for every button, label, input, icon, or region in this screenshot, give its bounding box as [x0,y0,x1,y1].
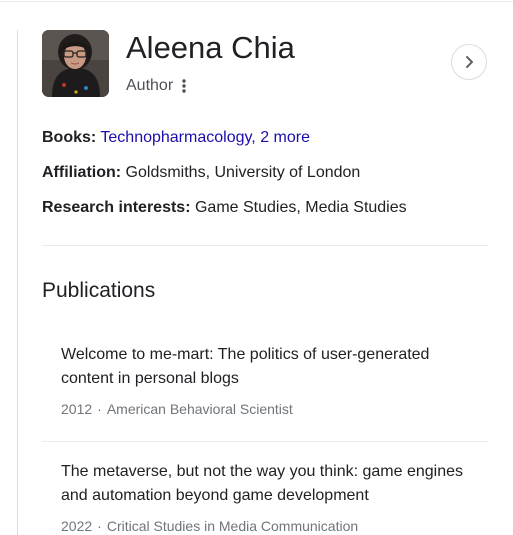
fact-affiliation: Affiliation: Goldsmiths, University of L… [42,162,488,184]
publication-title[interactable]: Welcome to me-mart: The politics of user… [61,343,471,391]
fact-research: Research interests: Game Studies, Media … [42,197,488,219]
publication-item[interactable]: The metaverse, but not the way you think… [61,460,471,535]
chevron-right-icon [466,56,473,68]
publication-year: 2022 [61,518,93,534]
book-link[interactable]: Technopharmacology [100,129,251,146]
publication-meta: 2022 · Critical Studies in Media Communica… [61,518,359,534]
fact-books: Books: Technopharmacology, 2 more [42,127,488,149]
entity-type: Author [126,77,174,94]
more-books-link[interactable]: , 2 more [251,129,310,146]
top-divider [0,1,513,2]
more-books-label: 2 more [260,129,310,146]
publications-heading: Publications [42,279,156,302]
next-button[interactable] [451,44,487,80]
publication-item[interactable]: Welcome to me-mart: The politics of user… [61,343,471,418]
publication-source: Critical Studies in Media Communication [106,518,359,534]
publication-meta: 2012 · American Behavioral Scientist [61,401,293,417]
fact-label-affiliation: Affiliation: [42,164,122,181]
fact-value-affiliation: Goldsmiths, University of London [125,164,361,181]
entity-subtitle: Author [126,76,189,96]
publication-title[interactable]: The metaverse, but not the way you think… [61,460,471,508]
fact-label-books: Books: [42,129,97,146]
facts-list: Books: Technopharmacology, 2 more Affili… [42,127,488,219]
more-vert-icon[interactable] [179,78,189,94]
fact-value-research: Game Studies, Media Studies [194,199,407,216]
publication-source: American Behavioral Scientist [106,401,293,417]
author-photo[interactable] [42,30,109,97]
section-divider [42,245,488,246]
fact-label-research: Research interests: [42,199,191,216]
left-border [17,30,18,535]
portrait-image [42,30,109,97]
entity-title: Aleena Chia [126,30,295,65]
publication-year: 2012 [61,401,93,417]
publication-divider [42,441,488,442]
